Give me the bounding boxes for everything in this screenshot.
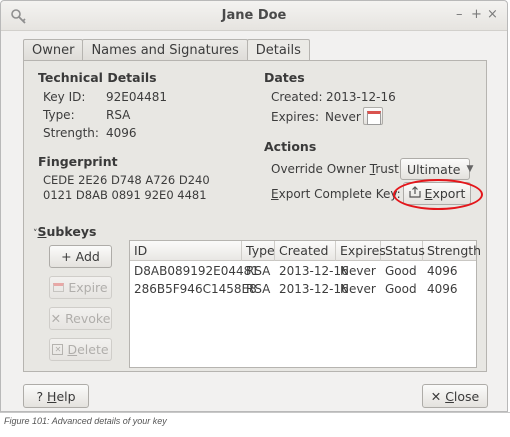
maximize-button[interactable]: + [471,7,482,22]
created-value: 2013-12-16 [326,90,396,104]
figure-caption: Figure 101: Advanced details of your key [4,416,167,426]
window-title: Jane Doe [221,8,287,23]
export-label-mnemonic: E [271,187,279,201]
close-button[interactable]: ✕ Close [422,384,488,408]
calendar-icon [53,283,65,292]
override-trust-label-post: rust: [375,162,403,176]
delete-label: elete [77,342,109,357]
subkeys-table[interactable]: ID Type Created Expires Status Strength … [129,240,481,368]
close-icon: ✕ [430,388,446,404]
subkeys-heading[interactable]: ˅Subkeys [33,224,96,239]
revoke-button[interactable]: ✕ Revoke [49,307,112,330]
column-header-expires[interactable]: Expires [336,241,386,261]
technical-details-heading: Technical Details [38,70,157,85]
dates-heading: Dates [264,70,305,85]
caption-divider [0,412,510,413]
export-label-post: xport Complete Key: [278,187,401,201]
keyid-label: Key ID: [43,90,86,104]
tab-owner[interactable]: Owner [23,39,84,61]
override-trust-label: Override Owner Trust: [271,162,403,176]
help-label: elp [56,388,76,404]
calendar-icon[interactable] [363,107,383,125]
type-value: RSA [106,108,131,122]
tab-bar: Owner Names and Signatures Details [23,39,310,62]
cell-status: Good [385,282,417,296]
fingerprint-heading: Fingerprint [38,154,118,169]
expire-label: Expire [68,280,108,295]
column-header-type[interactable]: Type [242,241,275,261]
help-button[interactable]: ? Help [23,384,89,408]
chevron-down-icon: ▼ [466,164,474,174]
close-label: lose [453,388,480,404]
tab-names-and-signatures[interactable]: Names and Signatures [82,39,248,61]
cell-type: RSA [246,264,271,278]
column-header-strength[interactable]: Strength [423,241,481,261]
expire-button[interactable]: Expire [49,276,112,299]
help-icon: ? [36,388,48,404]
cell-strength: 4096 [427,282,458,296]
cell-id: 286B5F946C1458E8 [134,282,257,296]
actions-heading: Actions [264,139,317,154]
subkeys-mnemonic: S [37,224,47,239]
override-trust-label-pre: Override Owner [271,162,370,176]
minimize-button[interactable]: – [456,7,463,22]
subkeys-heading-text: ubkeys [46,224,97,239]
close-mnemonic: C [445,388,454,404]
owner-trust-value: Ultimate [407,161,461,177]
strength-label: Strength: [43,126,99,140]
column-header-id[interactable]: ID [130,241,242,261]
revoke-label: Revoke [65,311,111,326]
owner-trust-combo[interactable]: Ultimate ▼ [400,158,474,180]
cell-expires: Never [340,282,376,296]
cell-type: RSA [246,282,271,296]
column-header-status[interactable]: Status [381,241,425,261]
delete-icon: ✕ [52,344,64,355]
fingerprint-line-1: CEDE 2E26 D748 A726 D240 [43,173,210,187]
expires-value: Never [325,110,361,124]
keyid-value: 92E04481 [106,90,168,104]
table-row[interactable]: D8AB089192E04481 RSA 2013-12-16 Never Go… [130,262,476,280]
export-button-label: xport [432,186,466,201]
expires-label: Expires: [271,110,319,124]
cell-strength: 4096 [427,264,458,278]
cell-id: D8AB089192E04481 [134,264,259,278]
strength-value: 4096 [106,126,137,140]
table-row[interactable]: 286B5F946C1458E8 RSA 2013-12-16 Never Go… [130,280,476,298]
table-header: ID Type Created Expires Status Strength [130,241,481,261]
tab-details[interactable]: Details [246,39,310,62]
type-label: Type: [43,108,75,122]
delete-mnemonic: D [67,342,78,357]
close-window-button[interactable]: × [487,7,498,22]
key-properties-window: Jane Doe – + × Owner Names and Signature… [0,0,508,412]
column-header-created[interactable]: Created [275,241,336,261]
export-complete-key-label: Export Complete Key: [271,187,401,201]
title-bar: Jane Doe – + × [1,1,507,31]
fingerprint-line-2: 0121 D8AB 0891 92E0 4481 [43,188,207,202]
export-button[interactable]: Export [403,182,471,205]
export-icon [408,186,421,201]
revoke-icon: ✕ [50,311,62,326]
delete-button[interactable]: ✕ Delete [49,338,112,361]
cell-expires: Never [340,264,376,278]
cell-status: Good [385,264,417,278]
created-label: Created: [271,90,323,104]
add-subkey-button[interactable]: + Add [49,245,112,268]
